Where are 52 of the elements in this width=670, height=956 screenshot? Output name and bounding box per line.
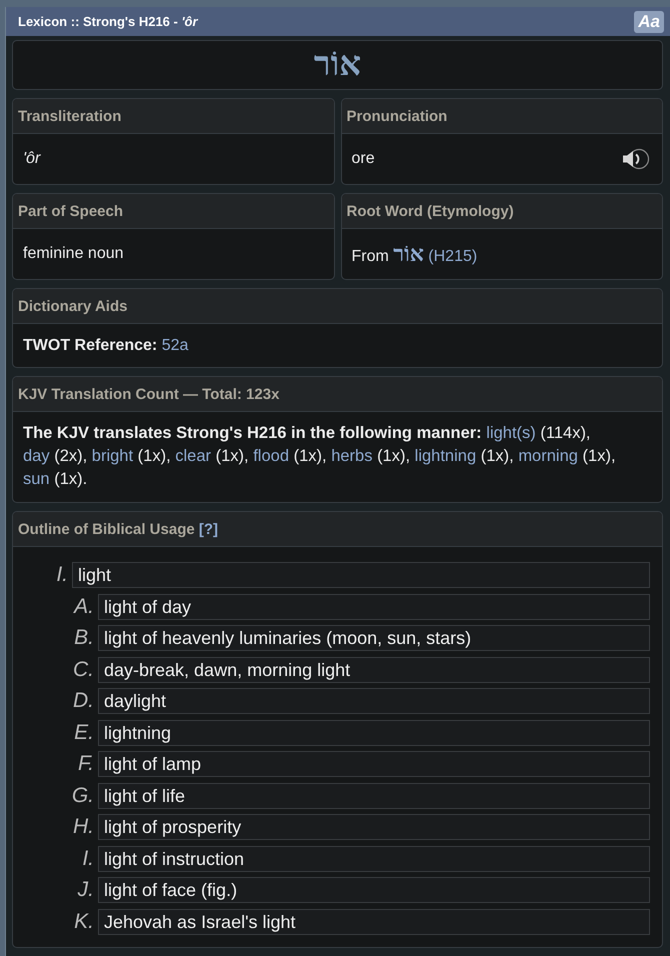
outline-marker: C. [72,656,94,682]
usage-entry: light of heavenly luminaries (moon, sun, stars) [98,625,650,651]
usage-entry: day-break, dawn, morning light [98,656,650,682]
panel-heading: KJV Translation Count — Total: 123x [13,377,662,412]
field-value: feminine noun [23,245,124,263]
panel-heading: Pronunciation [342,99,662,134]
rendering-link[interactable]: sun [23,470,50,488]
field-value: ore [352,150,375,168]
help-link[interactable]: [?] [198,520,218,538]
twot-link[interactable]: 52a [162,336,188,354]
outline-marker: K. [73,908,94,934]
rendering-link[interactable]: herbs [331,447,372,465]
panel-heading: Outline of Biblical Usage [?] [13,512,662,547]
usage-entry: lightning [98,720,650,746]
usage-entry: light of day [98,594,650,620]
outline-marker: D. [72,688,94,714]
outline-marker: E. [73,720,94,746]
usage-entry: light of instruction [98,846,650,872]
panel-heading: Transliteration [13,99,334,134]
outline-marker: I. [81,846,94,872]
twot-reference-text: TWOT Reference: 52a [23,336,188,354]
usage-entry: Jehovah as Israel's light [98,908,650,934]
rendering-link[interactable]: morning [518,447,578,465]
translation-summary: The KJV translates Strong's H216 in the following manner: light(s) (114x), day (2x), bright (1x), clear (1x), flood (1x), herbs (1x), lightning (1x), morning (1x), sun (1x). [23,423,617,490]
outline-marker: G. [70,782,94,808]
hebrew-headword: אוֹר [314,48,362,82]
outline-marker: I. [55,562,68,588]
strongs-number-link[interactable]: (H215) [428,248,478,265]
window-title: Lexicon :: Strong's H216 - 'ôr [18,14,198,29]
hebrew-word-link[interactable]: אוֹר [393,241,424,266]
outline-marker: J. [76,877,94,903]
outline-marker: B. [73,625,94,651]
panel-heading: Part of Speech [13,194,334,229]
rendering-link[interactable]: clear [175,447,212,465]
field-value: 'ôr [23,150,40,168]
rendering-link[interactable]: lightning [414,447,476,465]
usage-entry: light [72,562,650,588]
panel-heading: Dictionary Aids [13,289,662,324]
usage-entry: light of lamp [98,751,650,777]
rendering-link[interactable]: bright [92,447,134,465]
speaker-icon[interactable] [622,148,650,170]
usage-entry: light of prosperity [98,814,650,840]
outline-marker: F. [77,751,94,777]
panel-heading: Root Word (Etymology) [342,194,662,229]
rendering-link[interactable]: day [23,447,50,465]
rendering-link[interactable]: flood [253,447,289,465]
usage-entry: light of life [98,782,650,808]
usage-entry: daylight [98,688,650,714]
outline-marker: H. [72,814,94,840]
usage-entry: light of face (fig.) [98,877,650,903]
outline-marker: A. [72,594,94,620]
rendering-link[interactable]: light(s) [486,424,536,442]
